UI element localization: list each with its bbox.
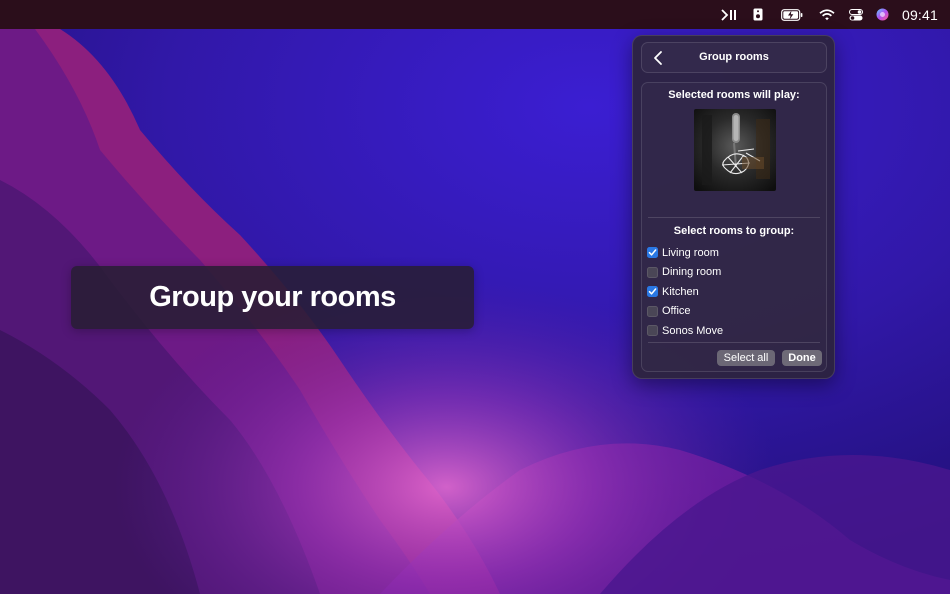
speaker-icon[interactable] (747, 0, 769, 29)
play-pause-icon[interactable] (717, 0, 741, 29)
room-label: Sonos Move (662, 324, 724, 337)
popover-header: Group rooms (641, 42, 827, 73)
control-center-icon[interactable] (845, 0, 867, 29)
popover-body: Selected rooms will play: Select rooms t… (641, 82, 827, 372)
select-section-title: Select rooms to group: (673, 225, 795, 237)
group-rooms-popover: Group rooms Selected rooms will play: Se… (632, 35, 835, 379)
room-checkbox[interactable] (647, 305, 658, 317)
room-row[interactable]: Dining room (647, 263, 822, 283)
room-checkbox[interactable] (647, 266, 658, 278)
room-row[interactable]: Living room (647, 243, 822, 263)
siri-icon[interactable] (873, 0, 893, 29)
select-all-button[interactable]: Select all (717, 350, 775, 366)
room-label: Dining room (662, 266, 722, 279)
playing-section-title: Selected rooms will play: (668, 89, 800, 101)
room-label: Kitchen (662, 285, 699, 298)
checkmark-icon (648, 249, 657, 256)
room-row[interactable]: Sonos Move (647, 321, 822, 341)
room-list: Living room Dining room Kitchen Office Sonos… (647, 243, 822, 341)
footer-divider (648, 342, 820, 343)
promo-caption: Group your rooms (71, 266, 474, 329)
menu-bar: 09:41 (0, 0, 950, 29)
done-button[interactable]: Done (782, 350, 822, 366)
room-checkbox[interactable] (647, 286, 658, 298)
room-checkbox[interactable] (647, 325, 658, 337)
checkmark-icon (648, 288, 657, 295)
room-label: Living room (662, 246, 719, 259)
room-label: Office (662, 305, 691, 318)
section-divider (648, 217, 820, 218)
microphone-artwork-icon (694, 109, 776, 191)
room-row[interactable]: Office (647, 302, 822, 322)
popover-title: Group rooms (699, 51, 769, 63)
caption-text: Group your rooms (149, 281, 396, 313)
room-checkbox[interactable] (647, 247, 658, 259)
album-artwork (694, 109, 776, 191)
menubar-clock[interactable]: 09:41 (902, 7, 938, 23)
wifi-icon[interactable] (817, 0, 837, 29)
room-row[interactable]: Kitchen (647, 282, 822, 302)
battery-charging-icon[interactable] (779, 0, 805, 29)
